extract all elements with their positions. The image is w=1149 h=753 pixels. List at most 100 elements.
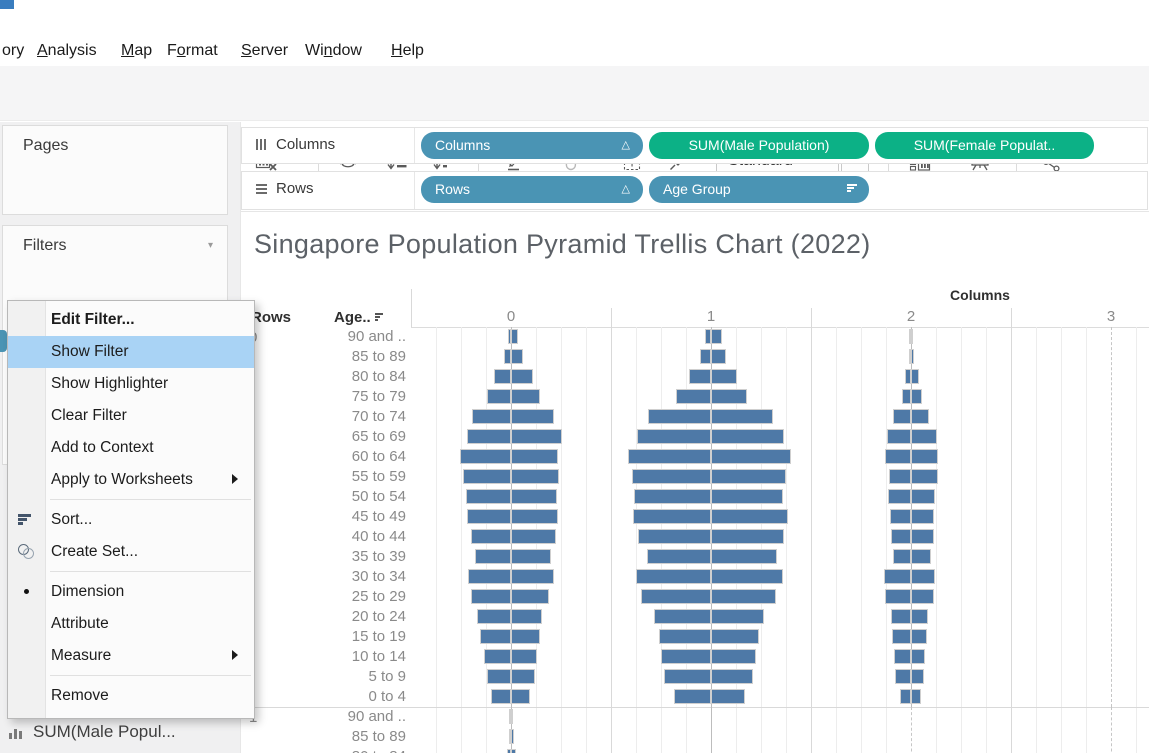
female-bar[interactable] (911, 649, 925, 664)
female-bar[interactable] (911, 629, 927, 644)
female-bar[interactable] (711, 689, 745, 704)
male-bar[interactable] (634, 489, 711, 504)
male-bar[interactable] (689, 369, 711, 384)
female-bar[interactable] (911, 469, 938, 484)
male-bar[interactable] (633, 509, 711, 524)
female-bar[interactable] (911, 609, 928, 624)
male-bar[interactable] (895, 669, 911, 684)
male-bar[interactable] (648, 409, 711, 424)
context-menu-item-create-set-[interactable]: Create Set... (8, 536, 254, 568)
female-bar[interactable] (511, 429, 562, 444)
male-bar[interactable] (460, 449, 511, 464)
context-menu-item-sort-[interactable]: Sort... (8, 504, 254, 536)
male-bar[interactable] (467, 509, 511, 524)
context-menu-item-clear-filter[interactable]: Clear Filter (8, 400, 254, 432)
pill-columns[interactable]: Columns△ (421, 132, 643, 159)
sheet[interactable]: Singapore Population Pyramid Trellis Cha… (241, 215, 1149, 753)
male-bar[interactable] (894, 649, 911, 664)
female-bar[interactable] (711, 349, 726, 364)
age-group-label[interactable]: 65 to 69 (299, 427, 406, 447)
age-group-label[interactable]: 30 to 34 (299, 567, 406, 587)
female-bar[interactable] (711, 629, 759, 644)
female-bar[interactable] (511, 469, 559, 484)
male-bar[interactable] (892, 629, 911, 644)
menu-item-server[interactable]: Server (241, 42, 288, 60)
rows-shelf[interactable]: Rows Rows△Age Group (241, 171, 1148, 210)
pill-age-group[interactable]: Age Group (649, 176, 869, 203)
column-tick-2[interactable]: 2 (881, 308, 941, 325)
context-menu-item-dimension[interactable]: Dimension (8, 576, 254, 608)
female-bar[interactable] (511, 569, 554, 584)
female-bar[interactable] (911, 489, 935, 504)
male-bar[interactable] (902, 389, 911, 404)
context-menu-item-attribute[interactable]: Attribute (8, 608, 254, 640)
male-bar[interactable] (884, 569, 911, 584)
age-field-header[interactable]: Age.. (334, 309, 383, 326)
age-group-label[interactable]: 45 to 49 (299, 507, 406, 527)
menu-item-help[interactable]: Help (391, 42, 424, 60)
female-bar[interactable] (911, 389, 922, 404)
age-group-label[interactable]: 5 to 9 (299, 667, 406, 687)
row-field-header[interactable]: Rows (251, 309, 291, 326)
context-menu-item-add-to-context[interactable]: Add to Context (8, 432, 254, 464)
age-group-label[interactable]: 60 to 64 (299, 447, 406, 467)
female-bar[interactable] (511, 509, 558, 524)
column-tick-3[interactable]: 3 (1081, 308, 1141, 325)
age-group-label[interactable]: 80 to 84 (299, 747, 406, 753)
context-menu-item-edit-filter-[interactable]: Edit Filter... (8, 304, 254, 336)
female-bar[interactable] (711, 369, 737, 384)
female-bar[interactable] (511, 689, 530, 704)
male-bar[interactable] (641, 589, 711, 604)
male-bar[interactable] (893, 549, 911, 564)
columns-shelf[interactable]: Columns Columns△SUM(Male Population)SUM(… (241, 127, 1148, 164)
female-bar[interactable] (711, 549, 777, 564)
female-bar[interactable] (511, 709, 513, 724)
age-group-label[interactable]: 35 to 39 (299, 547, 406, 567)
context-menu-item-show-highlighter[interactable]: Show Highlighter (8, 368, 254, 400)
male-bar[interactable] (659, 629, 711, 644)
female-bar[interactable] (911, 449, 938, 464)
column-tick-1[interactable]: 1 (681, 308, 741, 325)
female-bar[interactable] (911, 429, 937, 444)
age-group-label[interactable]: 15 to 19 (299, 627, 406, 647)
male-bar[interactable] (889, 469, 911, 484)
age-group-label[interactable]: 90 and .. (299, 327, 406, 347)
male-bar[interactable] (463, 469, 511, 484)
male-bar[interactable] (477, 609, 511, 624)
male-bar[interactable] (484, 649, 511, 664)
female-bar[interactable] (711, 449, 791, 464)
menu-item-map[interactable]: Map (121, 42, 152, 60)
female-bar[interactable] (711, 529, 784, 544)
age-group-label[interactable]: 55 to 59 (299, 467, 406, 487)
male-bar[interactable] (637, 429, 711, 444)
menu-item-truncated[interactable]: ory (2, 42, 24, 60)
female-bar[interactable] (911, 669, 924, 684)
age-group-label[interactable]: 0 to 4 (299, 687, 406, 707)
age-group-label[interactable]: 10 to 14 (299, 647, 406, 667)
male-bar[interactable] (891, 529, 911, 544)
female-bar[interactable] (511, 349, 523, 364)
male-bar[interactable] (885, 449, 911, 464)
female-bar[interactable] (711, 649, 756, 664)
female-bar[interactable] (511, 389, 540, 404)
male-bar[interactable] (893, 409, 911, 424)
male-bar[interactable] (494, 369, 511, 384)
context-menu-item-remove[interactable]: Remove (8, 680, 254, 712)
male-bar[interactable] (487, 669, 511, 684)
male-bar[interactable] (888, 489, 911, 504)
female-bar[interactable] (711, 409, 773, 424)
age-group-label[interactable]: 85 to 89 (299, 727, 406, 747)
context-menu-item-apply-to-worksheets[interactable]: Apply to Worksheets (8, 464, 254, 496)
male-bar[interactable] (466, 489, 511, 504)
age-group-label[interactable]: 40 to 44 (299, 527, 406, 547)
male-bar[interactable] (661, 649, 711, 664)
female-bar[interactable] (911, 409, 929, 424)
female-bar[interactable] (911, 549, 931, 564)
female-bar[interactable] (511, 449, 558, 464)
female-bar[interactable] (711, 569, 783, 584)
female-bar[interactable] (711, 469, 786, 484)
female-bar[interactable] (711, 389, 747, 404)
pill-rows[interactable]: Rows△ (421, 176, 643, 203)
female-bar[interactable] (711, 509, 788, 524)
female-bar[interactable] (511, 649, 537, 664)
